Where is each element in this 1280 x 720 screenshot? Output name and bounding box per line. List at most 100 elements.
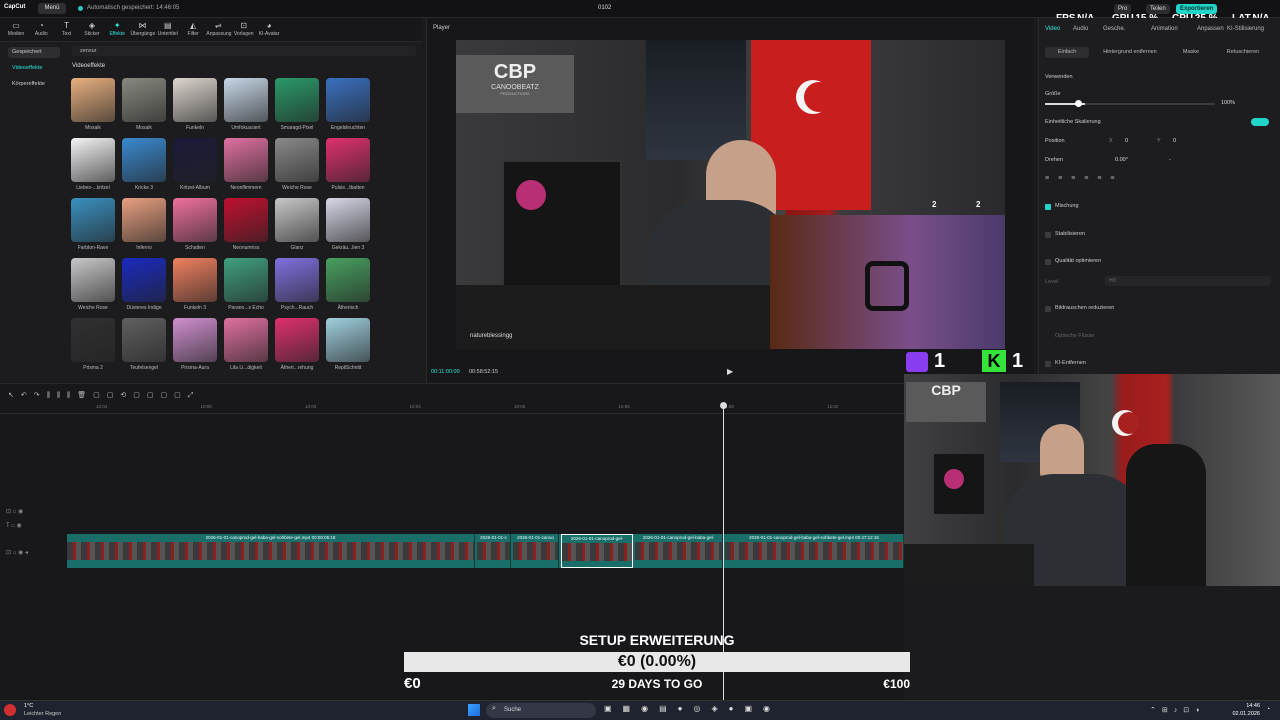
effect-card[interactable]: Glanz bbox=[275, 198, 319, 251]
effect-card[interactable]: Psych...Rauch bbox=[275, 258, 319, 311]
effect-card[interactable]: Prisma 2 bbox=[71, 318, 115, 371]
main-video-track[interactable]: 2026-01-01-canoprod-gel-baba-gel-sohbete… bbox=[67, 534, 904, 568]
effect-card[interactable]: Ätherisch bbox=[326, 258, 370, 311]
inspector-tab[interactable]: Anpassen bbox=[1197, 26, 1224, 32]
effect-card[interactable]: Parano...s Echo bbox=[224, 258, 268, 311]
inspector-tab[interactable]: KI-Stilisierung bbox=[1227, 26, 1264, 32]
ai-remove-checkbox[interactable] bbox=[1045, 361, 1051, 367]
rotate-input[interactable]: 0.00° bbox=[1115, 157, 1128, 163]
effect-card[interactable]: Neonumriss bbox=[224, 198, 268, 251]
effect-card[interactable]: Pulsie...tbatten bbox=[326, 138, 370, 191]
effect-card[interactable]: Neonflimmern bbox=[224, 138, 268, 191]
inspector-tab[interactable]: Animation bbox=[1151, 26, 1178, 32]
timeline-clip[interactable]: 2026-01-01-canoprod-gel- bbox=[561, 534, 633, 568]
effect-card[interactable]: Schatten bbox=[173, 198, 217, 251]
effect-card[interactable]: Funkeln bbox=[173, 78, 217, 131]
tool-8[interactable]: ⇌ Anpassung bbox=[206, 21, 231, 37]
playhead-handle[interactable] bbox=[720, 402, 727, 409]
tool-4[interactable]: ✦ Effekte bbox=[105, 21, 129, 37]
blend-checkbox[interactable] bbox=[1045, 204, 1051, 210]
alignment-buttons[interactable]: ≡≡≡≡≡≡ bbox=[1045, 175, 1185, 185]
size-slider-handle[interactable] bbox=[1075, 100, 1082, 107]
search-input[interactable]: zensur bbox=[72, 46, 416, 56]
tool-5[interactable]: ⋈ Übergänge bbox=[131, 21, 156, 37]
effect-card[interactable]: Teufelsengel bbox=[122, 318, 166, 371]
quality-mode-select[interactable]: HD bbox=[1105, 276, 1271, 286]
timeline-ruler[interactable]: 10:04 10:05 10:03 10:04 10:05 10:06 11:00 11:02 bbox=[0, 404, 904, 414]
effect-card[interactable]: RepliSchnitt bbox=[326, 318, 370, 371]
inspector-subtab[interactable]: Maske bbox=[1173, 47, 1209, 58]
effect-card[interactable]: Weiche Rose bbox=[275, 138, 319, 191]
effect-card[interactable]: Weiche Rose bbox=[71, 258, 115, 311]
notification-icon[interactable]: ◔ bbox=[1266, 706, 1270, 713]
timeline-tools[interactable]: ↖↶↷⫼⫼⫼🗑▢▢⟲▢▢▢▢⤢ bbox=[8, 391, 200, 400]
stabilize-checkbox[interactable] bbox=[1045, 232, 1051, 238]
clock-time[interactable]: 14:46 bbox=[1228, 703, 1260, 709]
size-slider[interactable] bbox=[1045, 103, 1215, 105]
tool-1[interactable]: ◔ Audio bbox=[29, 21, 53, 37]
taskbar-search[interactable]: Suche bbox=[486, 703, 596, 718]
timeline-clip[interactable]: 2026-01-01-c bbox=[477, 534, 511, 568]
weather-condition[interactable]: Leichter Regen bbox=[24, 711, 61, 717]
category-saved[interactable]: Gespeichert bbox=[8, 47, 60, 58]
export-button[interactable]: Exportieren bbox=[1176, 4, 1218, 14]
effect-card[interactable]: Inferno bbox=[122, 198, 166, 251]
inspector-tab[interactable]: Video bbox=[1045, 26, 1060, 32]
quality-checkbox[interactable] bbox=[1045, 259, 1051, 265]
tray-icons[interactable]: ⌃⊞♪⊡◑ bbox=[1150, 706, 1205, 714]
effect-card[interactable]: Mosaik bbox=[122, 78, 166, 131]
effect-card[interactable]: Mosaik bbox=[71, 78, 115, 131]
main-track-controls[interactable]: ⊡ ⌂ ◉ ◂ bbox=[6, 549, 28, 556]
category-video-effects[interactable]: Videoeffekte bbox=[8, 63, 60, 74]
effect-card[interactable]: Prisma-Aura bbox=[173, 318, 217, 371]
track-controls-2[interactable]: T ⌂ ◉ bbox=[6, 522, 22, 529]
effect-card[interactable]: Liebes-...kritzel bbox=[71, 138, 115, 191]
effect-card[interactable]: Engelsleuchten bbox=[326, 78, 370, 131]
tool-10[interactable]: ◕ KI-Avatar bbox=[257, 21, 281, 37]
inspector-tab[interactable]: Audio bbox=[1073, 26, 1088, 32]
weather-temp[interactable]: 1°C bbox=[24, 703, 33, 709]
effect-card[interactable]: Kricke 3 bbox=[122, 138, 166, 191]
timeline-clip[interactable]: 2026-01-01-canoo bbox=[513, 534, 559, 568]
tool-icon: ⇌ bbox=[215, 21, 222, 30]
effect-card[interactable]: Umfokussiert bbox=[224, 78, 268, 131]
track-controls[interactable]: ⊡ ⌂ ◉ bbox=[6, 508, 23, 515]
tool-3[interactable]: ◈ Sticker bbox=[80, 21, 104, 37]
timeline-clip[interactable]: 2026-01-01-canoprod-gel-baba-gel-sohbete… bbox=[67, 534, 475, 568]
category-body-effects[interactable]: Körpereffekte bbox=[8, 79, 60, 90]
tool-2[interactable]: T Text bbox=[55, 21, 79, 37]
use-label[interactable]: Verwenden bbox=[1045, 74, 1073, 80]
inspector-subtab[interactable]: Hintergrund entfernen bbox=[1093, 47, 1167, 58]
taskbar-apps[interactable]: ▣▦◉▤●◎◈●▣◉ bbox=[604, 704, 781, 713]
size-value[interactable]: 100% bbox=[1221, 100, 1235, 106]
uniform-scale-toggle[interactable] bbox=[1251, 118, 1269, 126]
effect-card[interactable]: Kritzel-Album bbox=[173, 138, 217, 191]
inspector-subtab[interactable]: Einfach bbox=[1045, 47, 1089, 58]
pos-x-input[interactable]: 0 bbox=[1125, 138, 1128, 144]
clock-date[interactable]: 02.01.2026 bbox=[1226, 711, 1260, 717]
denoise-checkbox[interactable] bbox=[1045, 306, 1051, 312]
inspector-subtab[interactable]: Retuschieren bbox=[1215, 47, 1271, 58]
effect-card[interactable]: Lila Li...digkeit bbox=[224, 318, 268, 371]
project-title[interactable]: 0102 bbox=[598, 5, 611, 11]
tool-label: Effekte bbox=[109, 31, 125, 37]
effect-card[interactable]: Düsteres Indigo bbox=[122, 258, 166, 311]
effect-card[interactable]: Ätheri...rehung bbox=[275, 318, 319, 371]
pro-badge[interactable]: Pro bbox=[1114, 4, 1132, 14]
windows-start-icon[interactable] bbox=[468, 704, 480, 716]
timeline-clip[interactable]: 2026-01-01-canoprod-gel-baba-gel-sohbete… bbox=[725, 534, 904, 568]
tool-9[interactable]: ⊡ Vorlagen bbox=[232, 21, 256, 37]
play-icon[interactable]: ▶ bbox=[727, 367, 733, 376]
pos-y-input[interactable]: 0 bbox=[1173, 138, 1176, 144]
menu-button[interactable]: Menü bbox=[38, 3, 66, 14]
tool-0[interactable]: ▭ Medien bbox=[4, 21, 28, 37]
share-button[interactable]: Teilen bbox=[1146, 4, 1170, 14]
tool-7[interactable]: ◭ Filter bbox=[181, 21, 205, 37]
inspector-tab[interactable]: Gesche. bbox=[1103, 26, 1125, 32]
effect-card[interactable]: Funkeln 3 bbox=[173, 258, 217, 311]
timeline-clip[interactable]: 2026-01-01-canoprod-gel-baba-gel- bbox=[635, 534, 723, 568]
effect-card[interactable]: Farbton-Rave bbox=[71, 198, 115, 251]
tool-6[interactable]: ▤ Untertitel bbox=[156, 21, 180, 37]
effect-card[interactable]: Gekräu...lien 3 bbox=[326, 198, 370, 251]
effect-card[interactable]: Smaragd-Pixel bbox=[275, 78, 319, 131]
